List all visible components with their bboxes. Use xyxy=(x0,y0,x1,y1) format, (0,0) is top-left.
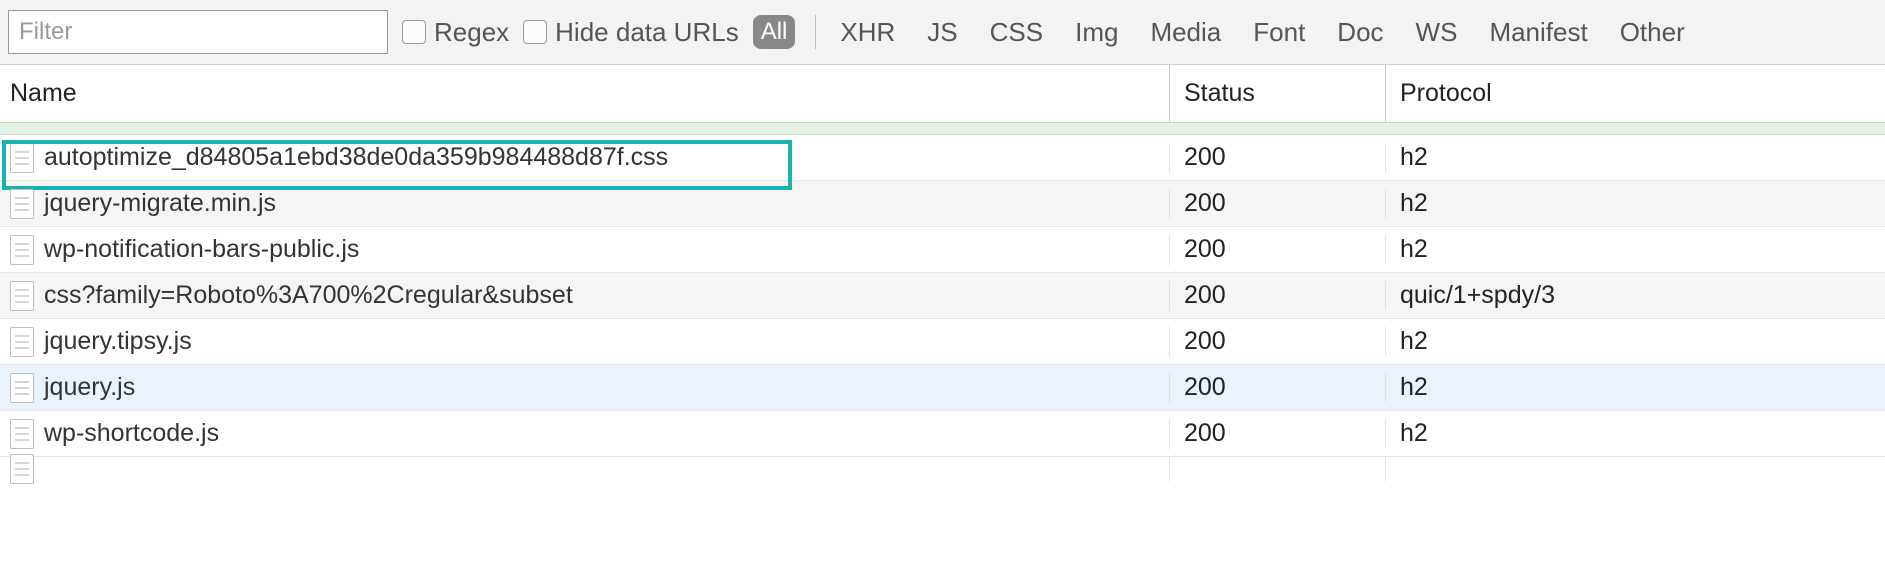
filter-type-doc[interactable]: Doc xyxy=(1333,15,1387,50)
filter-type-manifest[interactable]: Manifest xyxy=(1485,15,1591,50)
cell-status: 200 xyxy=(1170,235,1386,264)
checkbox-icon xyxy=(523,20,547,44)
regex-label: Regex xyxy=(434,17,509,48)
partial-row-below xyxy=(0,457,1885,481)
request-rows: autoptimize_d84805a1ebd38de0da359b984488… xyxy=(0,123,1885,481)
column-header-name[interactable]: Name xyxy=(0,65,1170,122)
filter-all-pill[interactable]: All xyxy=(753,15,796,49)
cell-name: jquery-migrate.min.js xyxy=(0,189,1170,219)
filter-type-media[interactable]: Media xyxy=(1146,15,1225,50)
cell-status: 200 xyxy=(1170,327,1386,356)
file-name: jquery.tipsy.js xyxy=(44,327,192,356)
cell-protocol: h2 xyxy=(1386,419,1885,448)
file-name: css?family=Roboto%3A700%2Cregular&subset xyxy=(44,281,573,310)
file-name: wp-notification-bars-public.js xyxy=(44,235,359,264)
filter-type-xhr[interactable]: XHR xyxy=(836,15,899,50)
filter-type-js[interactable]: JS xyxy=(923,15,961,50)
partial-row-above xyxy=(0,123,1885,135)
column-header-protocol[interactable]: Protocol xyxy=(1386,65,1885,122)
filter-type-ws[interactable]: WS xyxy=(1412,15,1462,50)
cell-name: wp-shortcode.js xyxy=(0,419,1170,449)
cell-protocol: h2 xyxy=(1386,189,1885,218)
file-name: jquery.js xyxy=(44,373,135,402)
hide-data-urls-checkbox-wrap[interactable]: Hide data URLs xyxy=(523,17,739,48)
cell-name: jquery.js xyxy=(0,373,1170,403)
hide-data-urls-label: Hide data URLs xyxy=(555,17,739,48)
table-row[interactable]: css?family=Roboto%3A700%2Cregular&subset… xyxy=(0,273,1885,319)
file-icon xyxy=(10,454,34,484)
cell-protocol: h2 xyxy=(1386,373,1885,402)
table-row[interactable]: wp-shortcode.js 200h2 xyxy=(0,411,1885,457)
cell-status: 200 xyxy=(1170,419,1386,448)
cell-status: 200 xyxy=(1170,281,1386,310)
filter-type-css[interactable]: CSS xyxy=(986,15,1047,50)
cell-status: 200 xyxy=(1170,373,1386,402)
cell-status xyxy=(1170,457,1386,481)
cell-protocol: h2 xyxy=(1386,235,1885,264)
cell-name: wp-notification-bars-public.js xyxy=(0,235,1170,265)
regex-checkbox-wrap[interactable]: Regex xyxy=(402,17,509,48)
file-name: autoptimize_d84805a1ebd38de0da359b984488… xyxy=(44,143,668,172)
cell-name: autoptimize_d84805a1ebd38de0da359b984488… xyxy=(0,143,1170,173)
table-row[interactable]: jquery-migrate.min.js 200h2 xyxy=(0,181,1885,227)
cell-status: 200 xyxy=(1170,189,1386,218)
file-icon xyxy=(10,419,34,449)
filter-type-img[interactable]: Img xyxy=(1071,15,1122,50)
filter-input[interactable] xyxy=(8,10,388,54)
table-row[interactable]: jquery.js 200h2 xyxy=(0,365,1885,411)
file-icon xyxy=(10,189,34,219)
cell-name xyxy=(0,457,1170,481)
cell-name: css?family=Roboto%3A700%2Cregular&subset xyxy=(0,281,1170,311)
separator xyxy=(815,15,816,49)
type-filters: XHR JS CSS Img Media Font Doc WS Manifest Other xyxy=(836,15,1688,50)
file-name: jquery-migrate.min.js xyxy=(44,189,276,218)
network-toolbar: Regex Hide data URLs All XHR JS CSS Img Medi… xyxy=(0,0,1885,65)
file-name: wp-shortcode.js xyxy=(44,419,219,448)
file-icon xyxy=(10,327,34,357)
cell-protocol: h2 xyxy=(1386,143,1885,172)
file-icon xyxy=(10,235,34,265)
checkbox-icon xyxy=(402,20,426,44)
cell-protocol xyxy=(1386,457,1885,481)
filter-type-other[interactable]: Other xyxy=(1616,15,1689,50)
column-header-status[interactable]: Status xyxy=(1170,65,1386,122)
table-row[interactable]: autoptimize_d84805a1ebd38de0da359b984488… xyxy=(0,135,1885,181)
filter-type-font[interactable]: Font xyxy=(1249,15,1309,50)
grid-header: Name Status Protocol xyxy=(0,65,1885,123)
file-icon xyxy=(10,281,34,311)
cell-status: 200 xyxy=(1170,143,1386,172)
file-icon xyxy=(10,373,34,403)
cell-protocol: h2 xyxy=(1386,327,1885,356)
cell-name: jquery.tipsy.js xyxy=(0,327,1170,357)
cell-protocol: quic/1+spdy/3 xyxy=(1386,281,1885,310)
table-row[interactable]: jquery.tipsy.js 200h2 xyxy=(0,319,1885,365)
table-row[interactable]: wp-notification-bars-public.js 200h2 xyxy=(0,227,1885,273)
file-icon xyxy=(10,143,34,173)
